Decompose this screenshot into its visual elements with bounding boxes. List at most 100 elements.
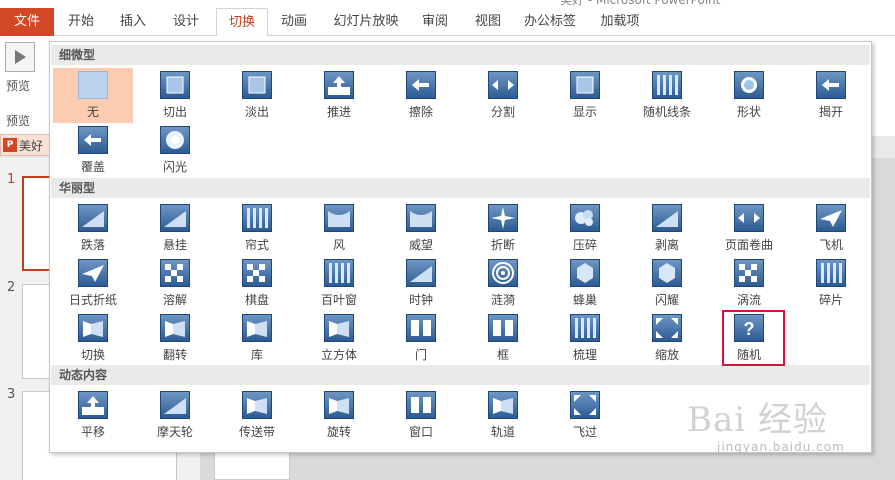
tab-7[interactable]: 审阅	[412, 8, 458, 36]
tab-1[interactable]: 开始	[58, 8, 104, 36]
flip-icon	[160, 314, 190, 342]
transition-item[interactable]: 页面卷曲	[709, 201, 789, 256]
transition-item[interactable]: 飞机	[791, 201, 871, 256]
transition-item[interactable]: 轨道	[463, 388, 543, 443]
section-header: 细微型	[51, 45, 870, 65]
transition-item[interactable]: 梳理	[545, 311, 625, 366]
preview-button[interactable]	[5, 42, 35, 72]
transition-item[interactable]: 框	[463, 311, 543, 366]
transition-label: 揭开	[818, 105, 843, 119]
transition-item[interactable]: 形状	[709, 68, 789, 123]
transition-item[interactable]: 淡出	[217, 68, 297, 123]
transition-item[interactable]: 悬挂	[135, 201, 215, 256]
tab-3[interactable]: 设计	[163, 8, 209, 36]
switch-icon	[78, 314, 108, 342]
transition-item[interactable]: 跌落	[53, 201, 133, 256]
transition-item[interactable]: 蜂巢	[545, 256, 625, 311]
transition-item[interactable]: 缩放	[627, 311, 707, 366]
window-title: 美好 - Microsoft PowerPoint	[560, 0, 721, 7]
transition-item[interactable]: 涡流	[709, 256, 789, 311]
transition-item[interactable]: 窗口	[381, 388, 461, 443]
glitter-icon	[652, 259, 682, 287]
transition-item[interactable]: 揭开	[791, 68, 871, 123]
transition-label: 无	[86, 105, 99, 119]
flash-icon	[160, 126, 190, 154]
transition-label: 门	[414, 348, 427, 362]
vortex-icon	[734, 259, 764, 287]
transition-item[interactable]: 显示	[545, 68, 625, 123]
transition-label: 百叶窗	[320, 293, 357, 307]
highlight-box	[722, 310, 785, 366]
transition-item[interactable]: 传送带	[217, 388, 297, 443]
watermark: Bai 经验	[687, 400, 828, 440]
fall-over-icon	[78, 204, 108, 232]
transition-item[interactable]: 百叶窗	[299, 256, 379, 311]
transition-label: 显示	[572, 105, 597, 119]
none-icon	[78, 71, 108, 99]
tab-6[interactable]: 幻灯片放映	[323, 8, 409, 36]
transition-item[interactable]: 擦除	[381, 68, 461, 123]
airplane-icon	[816, 204, 846, 232]
transition-item[interactable]: 日式折纸	[53, 256, 133, 311]
transition-item[interactable]: 随机线条	[627, 68, 707, 123]
tab-2[interactable]: 插入	[110, 8, 156, 36]
transition-item[interactable]: 风	[299, 201, 379, 256]
transition-item[interactable]: 平移	[53, 388, 133, 443]
tab-8[interactable]: 视图	[465, 8, 511, 36]
transition-item[interactable]: 覆盖	[53, 123, 133, 178]
transition-label: 风	[332, 238, 345, 252]
preview-group-label: 预览	[6, 114, 31, 128]
tab-9[interactable]: 办公标签	[520, 8, 580, 36]
transition-label: 涟漪	[490, 293, 515, 307]
transition-item[interactable]: 切换	[53, 311, 133, 366]
transition-item[interactable]: 时钟	[381, 256, 461, 311]
zoom-icon	[652, 314, 682, 342]
crush-icon	[570, 204, 600, 232]
shape-icon	[734, 71, 764, 99]
transition-item[interactable]: 分割	[463, 68, 543, 123]
transition-item[interactable]: 门	[381, 311, 461, 366]
transition-label: 缩放	[654, 348, 679, 362]
transition-item[interactable]: 帘式	[217, 201, 297, 256]
transition-item[interactable]: 闪耀	[627, 256, 707, 311]
tab-0[interactable]: 文件	[0, 8, 54, 36]
tab-10[interactable]: 加载项	[590, 8, 650, 36]
transition-label: 悬挂	[162, 238, 187, 252]
transition-item[interactable]: 棋盘	[217, 256, 297, 311]
document-tab[interactable]: P 美好	[0, 134, 50, 156]
transition-label: 飞机	[818, 238, 843, 252]
transition-item[interactable]: 旋转	[299, 388, 379, 443]
ripple-icon	[488, 259, 518, 287]
transition-label: 库	[250, 348, 263, 362]
transition-item[interactable]: 摩天轮	[135, 388, 215, 443]
transition-label: 框	[496, 348, 509, 362]
transition-item[interactable]: 压碎	[545, 201, 625, 256]
tab-5[interactable]: 动画	[271, 8, 317, 36]
blinds-icon	[324, 259, 354, 287]
push-icon	[324, 71, 354, 99]
transition-label: 窗口	[408, 425, 433, 439]
transition-item[interactable]: 碎片	[791, 256, 871, 311]
transition-item[interactable]: 推进	[299, 68, 379, 123]
transition-label: 传送带	[238, 425, 275, 439]
tab-4[interactable]: 切换	[216, 8, 268, 37]
transition-item[interactable]: 闪光	[135, 123, 215, 178]
fly-through-icon	[570, 391, 600, 419]
transition-item[interactable]: 翻转	[135, 311, 215, 366]
transition-item[interactable]: 切出	[135, 68, 215, 123]
transition-item[interactable]: 库	[217, 311, 297, 366]
transition-item[interactable]: 威望	[381, 201, 461, 256]
transition-item[interactable]: 涟漪	[463, 256, 543, 311]
transition-item[interactable]: 立方体	[299, 311, 379, 366]
transition-item[interactable]: 飞过	[545, 388, 625, 443]
transition-item[interactable]: 剥离	[627, 201, 707, 256]
transition-item[interactable]: 溶解	[135, 256, 215, 311]
transition-label: 淡出	[244, 105, 269, 119]
checkerboard-icon	[242, 259, 272, 287]
transition-item[interactable]: 无	[53, 68, 133, 123]
transition-label: 时钟	[408, 293, 433, 307]
slide-number: 2	[7, 280, 16, 295]
transition-item[interactable]: 折断	[463, 201, 543, 256]
dissolve-icon	[160, 259, 190, 287]
document-tab-name: 美好	[19, 139, 44, 153]
